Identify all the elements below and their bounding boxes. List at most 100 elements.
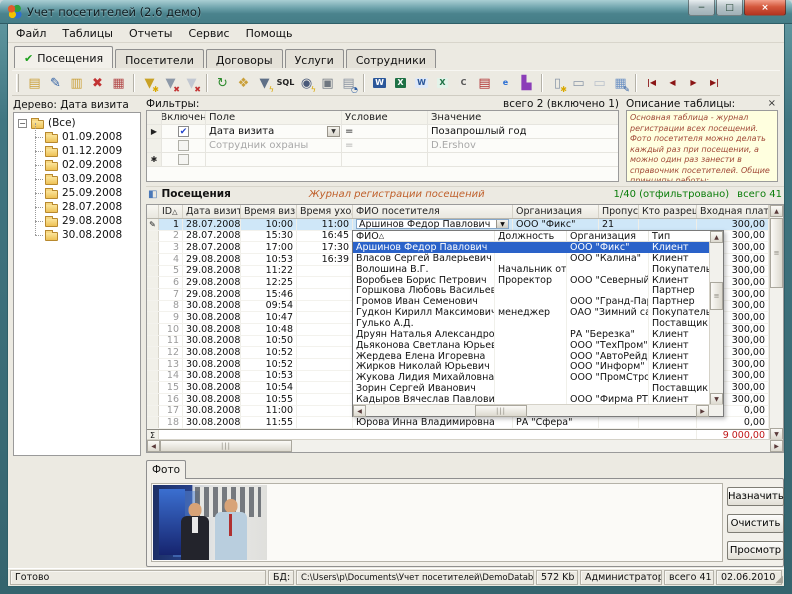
filter-field-dropdown-icon[interactable]: ▼ [327,126,340,137]
column-header-id[interactable]: ID △ [159,205,183,218]
clear-photo-button[interactable]: Очистить [727,514,784,533]
assign-photo-button[interactable]: Назначить [727,487,784,506]
filter-condition-cell[interactable] [342,153,428,166]
dropdown-row[interactable]: Горшкова Любовь ВасильевнаПартнер [353,285,723,296]
dropdown-horizontal-scrollbar[interactable]: ◀ ||| ▶ [353,404,723,416]
chart-icon[interactable]: ▙ [517,74,536,93]
sql-icon[interactable]: SQL [276,74,295,93]
scroll-thumb[interactable]: ||| [475,405,527,417]
dropdown-row[interactable]: Аршинов Федор ПавловичООО "Фикс"Клиент [353,242,723,253]
copy-record-icon[interactable]: ▥ [67,74,86,93]
device-export-icon[interactable]: ▯✱ [548,74,567,93]
column-header-time_out[interactable]: Время ухода [297,205,353,218]
dropdown-vertical-scrollbar[interactable]: ▲≡▼ [709,242,723,405]
tab-visits[interactable]: ✔Посещения [14,46,113,68]
export-word-doc-icon[interactable]: W [412,74,431,93]
dropdown-row[interactable]: Жирков Николай ЮрьевичООО "Информ"Клиент [353,361,723,372]
table-row[interactable]: ✎128.07.200810:0011:00Аршинов Федор Павл… [147,219,783,231]
filter-add-icon[interactable]: ▼✱ [140,74,159,93]
refresh-icon[interactable]: ↻ [213,74,232,93]
scroll-thumb[interactable]: ≡ [710,282,723,310]
column-header-fee[interactable]: Входная плата [697,205,769,218]
dropdown-row[interactable]: Воробьев Борис ПетровичПроректорООО "Сев… [353,275,723,286]
column-header-org[interactable]: Организация [513,205,599,218]
filter-row[interactable]: ▶✔Дата визита▼=Позапрошлый год [147,125,618,139]
nav-last-icon[interactable]: ▶| [705,74,724,93]
filter-field-cell[interactable]: Дата визита▼ [206,125,342,138]
table-vertical-scrollbar[interactable]: ▲≡▼ [769,205,783,441]
tab-photo[interactable]: Фото [146,460,186,479]
menu-tables[interactable]: Таблицы [54,26,121,41]
dropdown-column-header-org[interactable]: Организация [567,231,649,241]
dropdown-column-header-dolzh[interactable]: Должность [495,231,567,241]
tab-services[interactable]: Услуги [285,49,344,68]
scroll-up-icon[interactable]: ▲ [710,231,723,243]
find-icon[interactable]: ◉ϟ [297,74,316,93]
column-header-time_in[interactable]: Время визита [241,205,297,218]
filter-value-cell[interactable]: D.Ershov [428,139,618,152]
export-html-icon[interactable]: ▤ [475,74,494,93]
tab-visitors[interactable]: Посетители [115,49,204,68]
toolbar-grip[interactable] [16,74,19,92]
filter-condition-cell[interactable]: = [342,125,428,138]
dropdown-row[interactable]: Гулько А.Д.Поставщик [353,318,723,329]
dropdown-column-header-fio[interactable]: ФИО △ [353,231,495,241]
view-photo-button[interactable]: Просмотр [727,541,784,560]
close-description-icon[interactable]: × [766,98,778,110]
resize-grip[interactable]: ◢ [775,575,783,585]
scroll-right-icon[interactable]: ▶ [696,405,709,417]
column-header-date[interactable]: Дата визита [183,205,241,218]
export-excel-doc-icon[interactable]: X [433,74,452,93]
fio-combobox-dropdown-icon[interactable]: ▼ [496,220,508,228]
table-horizontal-scrollbar[interactable]: ◀||| ▶ [147,439,783,452]
filter-row[interactable]: Сотрудник охраны=D.Ershov [147,139,618,153]
dropdown-row[interactable]: Власов Сергей ВалерьевичООО "Калина"Клие… [353,253,723,264]
scroll-thumb[interactable]: ≡ [770,218,783,288]
scroll-right-icon[interactable]: ▶ [770,440,783,452]
open-browser-icon[interactable]: e [496,74,515,93]
filter-enabled-checkbox[interactable]: ✔ [178,126,189,137]
filter-clear-all-icon[interactable]: ▼✖ [182,74,201,93]
filter-row[interactable]: ✱ [147,153,618,167]
menu-reports[interactable]: Отчеты [121,26,180,41]
dropdown-row[interactable]: Жердева Елена ИгоревнаООО "АвтоРейд"Клие… [353,351,723,362]
column-header-pass[interactable]: Пропуск [599,205,639,218]
scroll-thumb[interactable]: ||| [160,440,292,452]
export-csv-icon[interactable]: C [454,74,473,93]
titlebar[interactable]: Учет посетителей (2.6 демо) − □ × [0,0,792,24]
scroll-left-icon[interactable]: ◀ [147,440,160,452]
preview-icon[interactable]: ▤◔ [339,74,358,93]
table-row[interactable]: 1830.08.200811:55Юрова Инна Владимировна… [147,417,783,429]
filter-enabled-checkbox[interactable] [178,154,189,165]
filter-value-cell[interactable] [428,153,618,166]
dropdown-row[interactable]: Волошина В.Г.Начальник отделаПокупатель [353,264,723,275]
show-related-icon[interactable]: ❖ [234,74,253,93]
print-icon[interactable]: ▣ [318,74,337,93]
dropdown-row[interactable]: Гудкон Кирилл МаксимовичменеджерОАО "Зим… [353,307,723,318]
scroll-left-icon[interactable]: ◀ [353,405,366,417]
delete-table-icon[interactable]: ▦ [109,74,128,93]
device-upload-icon[interactable]: ▭ [569,74,588,93]
nav-first-icon[interactable]: |◀ [642,74,661,93]
column-header-sel[interactable] [147,205,159,218]
device-download-icon[interactable]: ▭ [590,74,609,93]
filter-clear-icon[interactable]: ▼✖ [161,74,180,93]
tree-item[interactable]: 30.08.2008 [16,228,138,242]
dropdown-row[interactable]: Дьяконова Светлана ЮрьевнаООО "ТехПром"К… [353,340,723,351]
dropdown-column-header-tip[interactable]: Тип [649,231,711,241]
close-button[interactable]: × [744,0,786,16]
dropdown-row[interactable]: Друян Наталья АлександровнаРА "Березка"К… [353,329,723,340]
tree-collapse-icon[interactable]: − [18,119,27,128]
tab-employees[interactable]: Сотрудники [346,49,436,68]
filter-field-cell[interactable] [206,153,342,166]
filter-value-cell[interactable]: Позапрошлый год [428,125,618,138]
minimize-button[interactable]: − [688,0,715,16]
menu-help[interactable]: Помощь [238,26,301,41]
nav-prev-icon[interactable]: ◀ [663,74,682,93]
column-header-allowed[interactable]: Кто разрешил [639,205,697,218]
filter-condition-cell[interactable]: = [342,139,428,152]
column-header-fio[interactable]: ФИО посетителя [353,205,513,218]
menu-file[interactable]: Файл [8,26,54,41]
export-excel-icon[interactable]: X [391,74,410,93]
menu-service[interactable]: Сервис [180,26,237,41]
